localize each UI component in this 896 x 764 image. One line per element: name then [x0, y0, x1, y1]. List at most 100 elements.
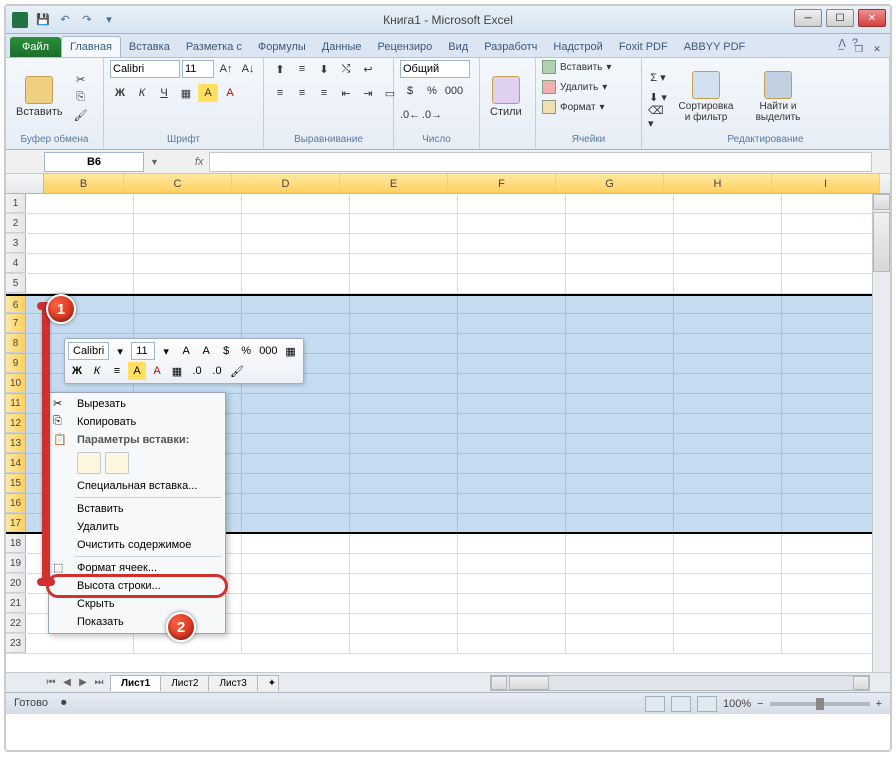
cell[interactable] — [134, 214, 242, 233]
cell[interactable] — [458, 374, 566, 393]
tab-addins[interactable]: Надстрой — [545, 37, 610, 57]
row-header[interactable]: 7 — [6, 314, 26, 333]
cell[interactable] — [674, 454, 782, 473]
col-header[interactable]: F — [448, 174, 556, 193]
sheet-nav-next-icon[interactable]: ▶ — [76, 676, 90, 690]
cell[interactable] — [566, 314, 674, 333]
cells-delete-button[interactable]: Удалить ▾ — [542, 80, 607, 94]
cell[interactable] — [458, 454, 566, 473]
cell[interactable] — [566, 534, 674, 553]
macro-record-icon[interactable]: ⏺ — [61, 697, 67, 709]
cell[interactable] — [350, 434, 458, 453]
cell[interactable] — [242, 394, 350, 413]
row-header[interactable]: 8 — [6, 334, 26, 353]
align-middle-icon[interactable]: ≡ — [292, 60, 312, 78]
cell[interactable] — [350, 514, 458, 532]
cell[interactable] — [458, 254, 566, 273]
row-header[interactable]: 22 — [6, 614, 26, 633]
cell[interactable] — [242, 434, 350, 453]
mini-merge-icon[interactable]: ▦ — [282, 342, 300, 360]
format-painter-icon[interactable]: 🖌 — [71, 106, 91, 124]
cell[interactable] — [458, 634, 566, 653]
tab-insert[interactable]: Вставка — [121, 37, 178, 57]
cell[interactable] — [458, 394, 566, 413]
col-header[interactable]: C — [124, 174, 232, 193]
cell[interactable] — [26, 234, 134, 253]
mini-align-icon[interactable]: ≡ — [108, 362, 126, 380]
mini-incdec-icon[interactable]: .0 — [188, 362, 206, 380]
horizontal-scrollbar[interactable] — [490, 675, 870, 691]
mini-border-icon[interactable]: ▦ — [168, 362, 186, 380]
cell[interactable] — [242, 634, 350, 653]
cell[interactable] — [566, 334, 674, 353]
cm-insert[interactable]: Вставить — [49, 500, 225, 518]
row-header[interactable]: 20 — [6, 574, 26, 593]
row-header[interactable]: 2 — [6, 214, 26, 233]
cell[interactable] — [458, 534, 566, 553]
cell[interactable] — [674, 514, 782, 532]
cell[interactable] — [134, 314, 242, 333]
row-header[interactable]: 14 — [6, 454, 26, 473]
cell[interactable] — [134, 194, 242, 213]
cell[interactable] — [674, 614, 782, 633]
cell[interactable] — [458, 334, 566, 353]
formula-input[interactable] — [209, 152, 872, 172]
cell[interactable] — [242, 594, 350, 613]
col-header[interactable]: G — [556, 174, 664, 193]
cell[interactable] — [458, 594, 566, 613]
cell[interactable] — [674, 574, 782, 593]
cell[interactable] — [26, 194, 134, 213]
select-all-corner[interactable] — [6, 174, 44, 193]
find-select-button[interactable]: Найти и выделить — [744, 69, 812, 125]
row-header[interactable]: 12 — [6, 414, 26, 433]
sheet-tab[interactable]: Лист3 — [208, 675, 257, 691]
mini-grow-icon[interactable]: A — [177, 342, 195, 360]
cell[interactable] — [458, 234, 566, 253]
mini-fontcolor-icon[interactable]: A — [148, 362, 166, 380]
cell[interactable] — [674, 414, 782, 433]
row-header[interactable]: 18 — [6, 534, 26, 553]
cm-copy[interactable]: ⎘ Копировать — [49, 413, 225, 431]
cell[interactable] — [350, 354, 458, 373]
align-center-icon[interactable]: ≡ — [292, 84, 312, 102]
cell[interactable] — [674, 594, 782, 613]
cell[interactable] — [566, 614, 674, 633]
row-header[interactable]: 16 — [6, 494, 26, 513]
cells-insert-button[interactable]: Вставить ▾ — [542, 60, 611, 74]
cell[interactable] — [458, 494, 566, 513]
mini-font-select[interactable]: Calibri — [68, 342, 109, 360]
cell[interactable] — [350, 494, 458, 513]
tab-view[interactable]: Вид — [440, 37, 476, 57]
cm-hide[interactable]: Скрыть — [49, 595, 225, 613]
row-header[interactable]: 15 — [6, 474, 26, 493]
sort-filter-button[interactable]: Сортировка и фильтр — [672, 69, 740, 125]
cell[interactable] — [134, 296, 242, 313]
cell[interactable] — [350, 374, 458, 393]
cell[interactable] — [350, 414, 458, 433]
cell[interactable] — [242, 414, 350, 433]
cell[interactable] — [134, 274, 242, 293]
sheet-tab[interactable]: Лист2 — [160, 675, 209, 691]
sheet-nav-first-icon[interactable]: ⏮ — [44, 676, 58, 690]
normal-view-icon[interactable] — [645, 696, 665, 712]
cell[interactable] — [458, 434, 566, 453]
sheet-tab[interactable]: Лист1 — [110, 675, 161, 691]
cell[interactable] — [566, 234, 674, 253]
dec-decimal-icon[interactable]: .0→ — [422, 106, 442, 124]
border-icon[interactable]: ▦ — [176, 84, 196, 102]
align-right-icon[interactable]: ≡ — [314, 84, 334, 102]
cell[interactable] — [242, 296, 350, 313]
cell[interactable] — [674, 234, 782, 253]
comma-icon[interactable]: 000 — [444, 82, 464, 100]
zoom-slider[interactable] — [770, 702, 870, 706]
italic-button[interactable]: К — [132, 84, 152, 102]
cell[interactable] — [458, 514, 566, 532]
namebox-dropdown-icon[interactable]: ▼ — [150, 157, 159, 167]
cell[interactable] — [242, 274, 350, 293]
tab-developer[interactable]: Разработч — [476, 37, 545, 57]
cell[interactable] — [26, 254, 134, 273]
cell[interactable] — [242, 554, 350, 573]
undo-icon[interactable]: ↶ — [56, 11, 74, 29]
vertical-scrollbar[interactable] — [872, 194, 890, 672]
cell[interactable] — [458, 574, 566, 593]
